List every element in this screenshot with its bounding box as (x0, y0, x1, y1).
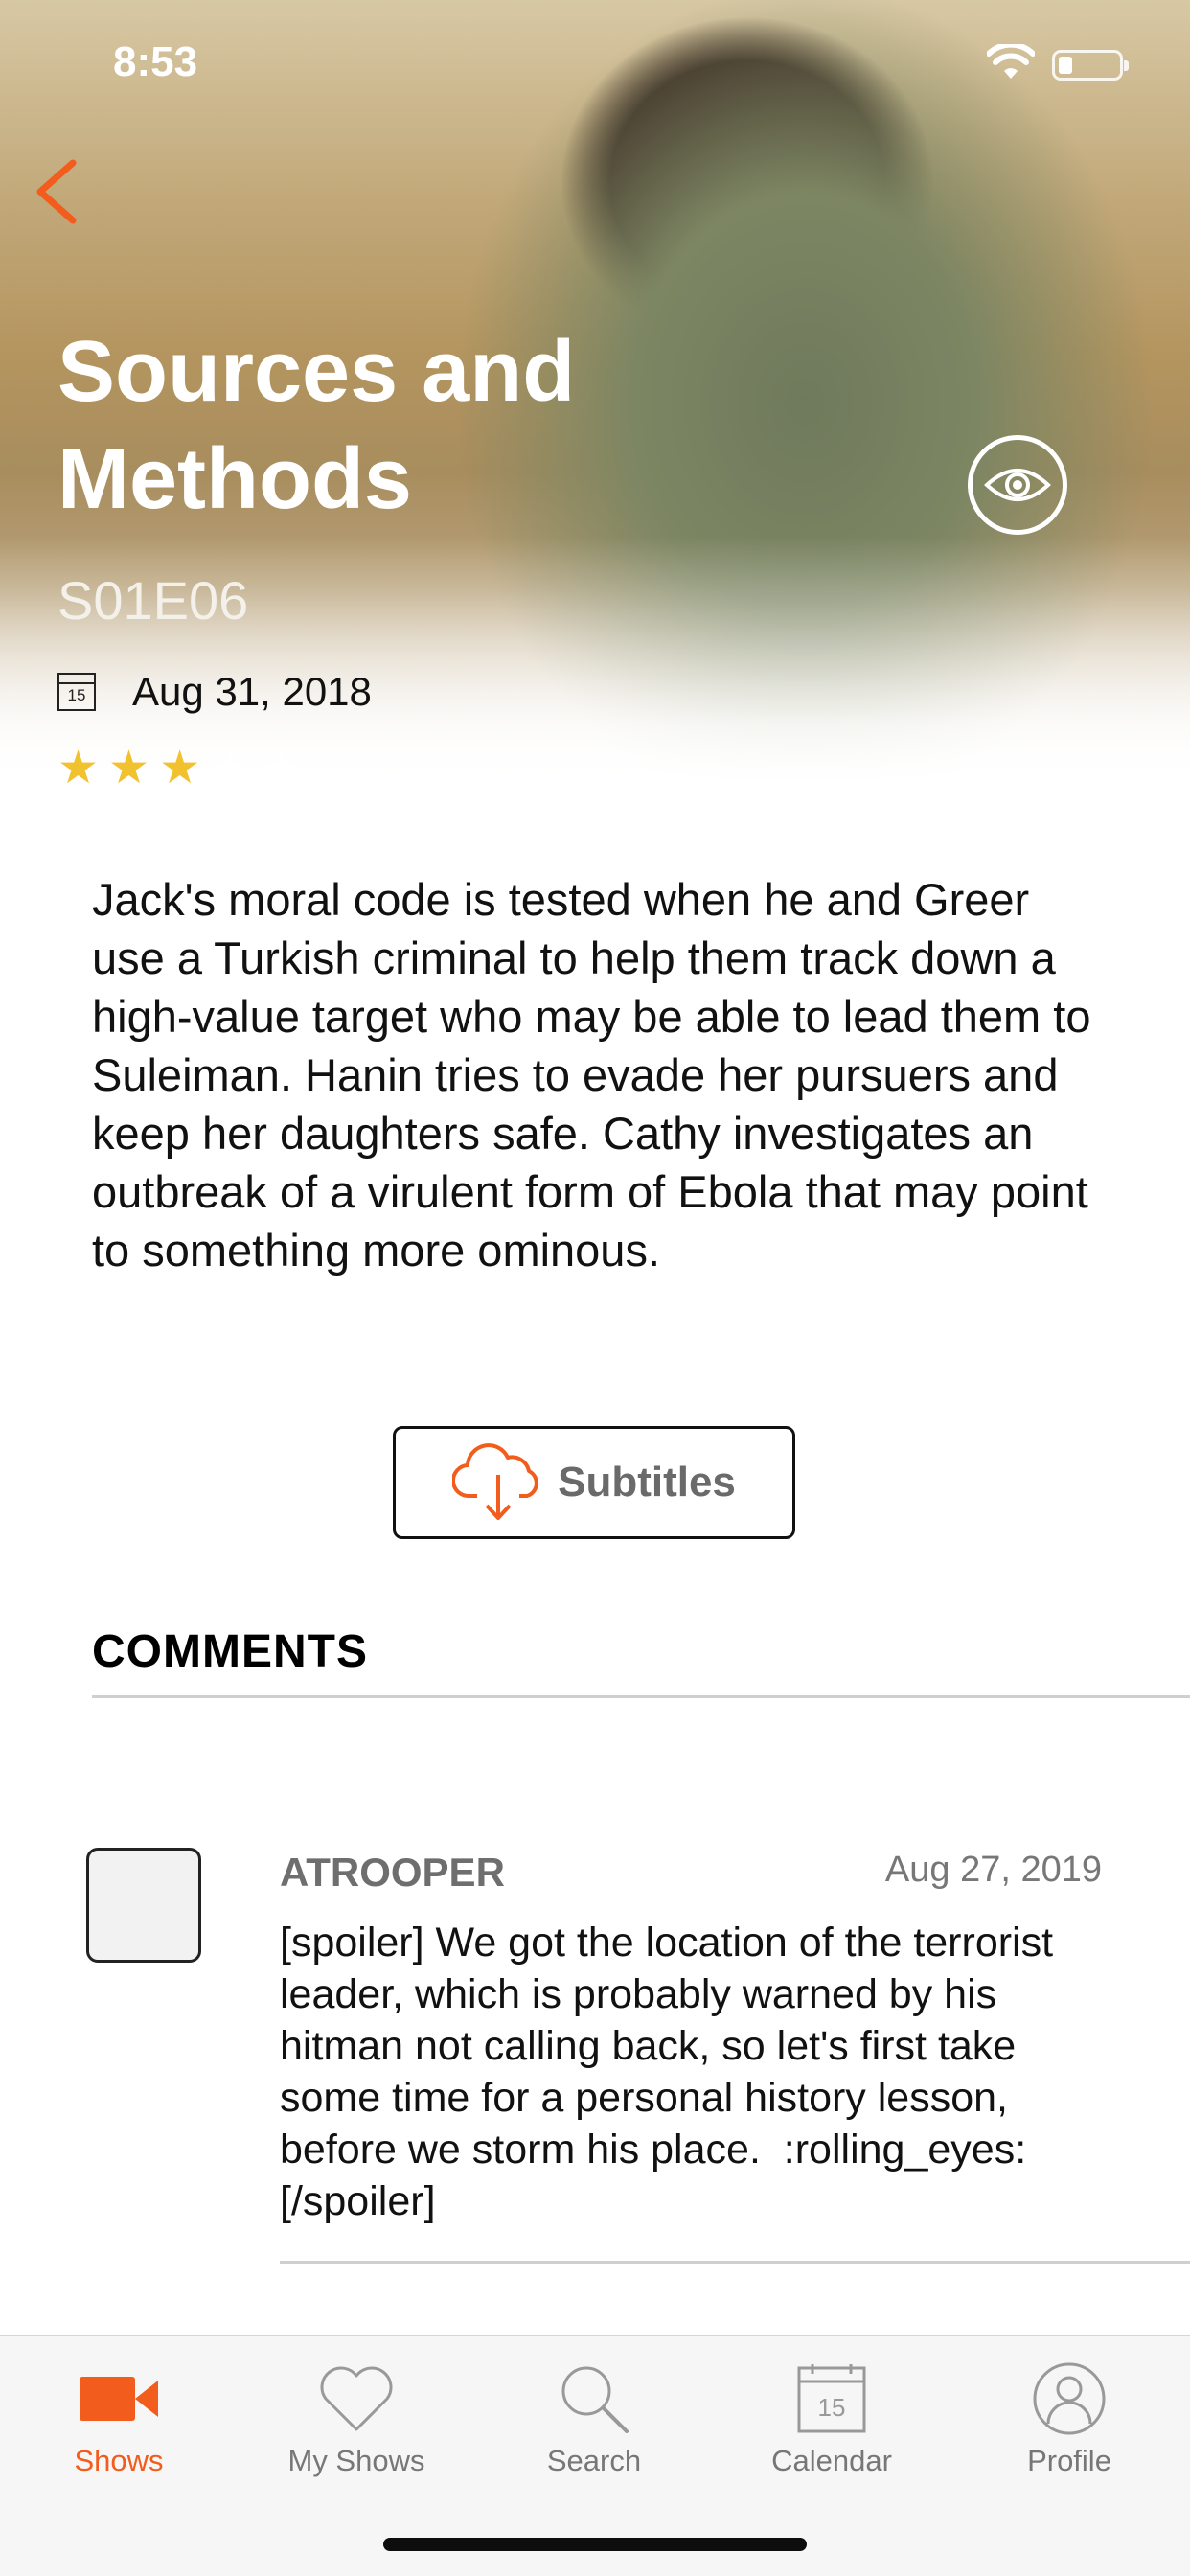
comment-author[interactable]: ATROOPER (280, 1850, 505, 1896)
star-empty-icon: ★ (261, 743, 303, 794)
home-indicator (383, 2538, 807, 2551)
star-empty-icon: ★ (210, 743, 252, 794)
comment-date: Aug 27, 2019 (884, 1850, 1102, 1890)
tab-my-shows[interactable]: My Shows (241, 2356, 471, 2499)
wifi-icon (987, 44, 1035, 79)
video-camera-icon (80, 2377, 158, 2421)
divider (92, 1695, 1190, 1698)
status-time: 8:53 (113, 38, 198, 85)
back-chevron-icon[interactable] (29, 153, 86, 230)
star-filled-icon: ★ (57, 743, 100, 794)
calendar-icon: 15 (797, 2364, 866, 2433)
tab-shows-label: Shows (74, 2444, 164, 2477)
tab-calendar[interactable]: 15 Calendar (717, 2356, 947, 2499)
tab-profile[interactable]: Profile (954, 2356, 1184, 2499)
search-icon (561, 2366, 629, 2433)
profile-icon (1033, 2362, 1106, 2435)
cloud-download-icon (452, 1443, 538, 1520)
rating-stars: ★ ★ ★ ★ ★ (57, 746, 302, 792)
battery-icon (1052, 50, 1129, 80)
star-filled-icon: ★ (108, 743, 150, 794)
subtitles-label: Subtitles (558, 1459, 736, 1506)
star-filled-icon: ★ (159, 743, 201, 794)
episode-description: Jack's moral code is tested when he and … (92, 874, 1091, 1276)
episode-title: Sources and Methods (57, 324, 576, 527)
tab-shows[interactable]: Shows (4, 2356, 234, 2499)
divider (280, 2261, 1190, 2264)
tab-search-label: Search (546, 2444, 642, 2477)
air-date-row: 15 Aug 31, 2018 (57, 665, 372, 719)
subtitles-button[interactable]: Subtitles (393, 1426, 795, 1539)
eye-icon (984, 469, 1051, 501)
comment-text[interactable]: [spoiler] We got the location of the ter… (280, 1917, 1123, 2227)
tab-calendar-label: Calendar (771, 2444, 892, 2477)
calendar-icon-day: 15 (818, 2393, 846, 2422)
avatar[interactable] (86, 1848, 201, 1963)
tab-my-shows-label: My Shows (287, 2444, 425, 2477)
calendar-small-icon: 15 (57, 673, 96, 711)
heart-icon (320, 2366, 393, 2431)
comments-heading: COMMENTS (92, 1626, 368, 1677)
air-date: Aug 31, 2018 (132, 669, 372, 714)
mark-watched-button[interactable] (968, 435, 1067, 535)
tab-search[interactable]: Search (479, 2356, 709, 2499)
tab-profile-label: Profile (1027, 2444, 1111, 2477)
episode-code: S01E06 (57, 570, 249, 631)
